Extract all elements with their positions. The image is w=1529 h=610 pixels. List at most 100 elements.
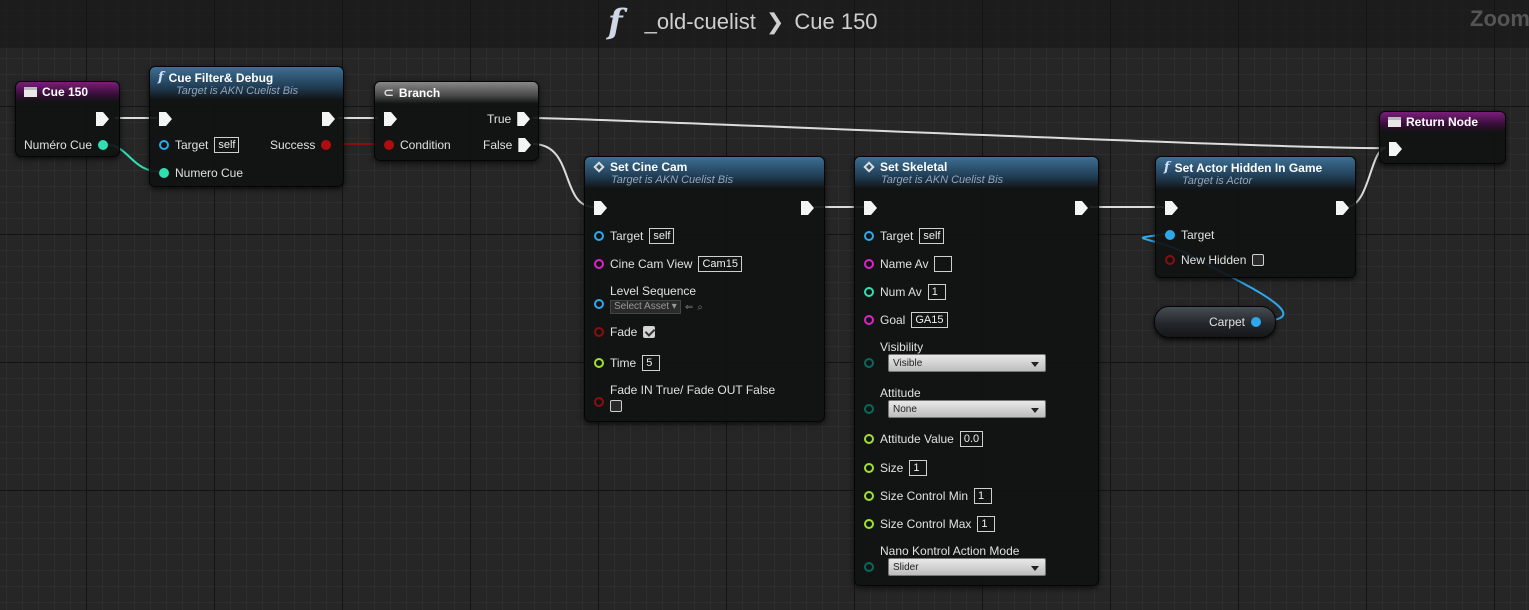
node-title: Cue Filter& Debug: [168, 70, 274, 85]
diamond-icon: [863, 161, 875, 173]
nano-kontrol-dropdown[interactable]: Slider: [888, 558, 1046, 576]
target-value[interactable]: self: [919, 228, 945, 244]
size-control-min-value[interactable]: 1: [974, 488, 993, 504]
int-pin-numero-cue[interactable]: [98, 140, 109, 150]
cine-cam-view-value[interactable]: Cam15: [698, 256, 742, 272]
object-pin-target[interactable]: [1165, 230, 1175, 240]
exec-out-pin[interactable]: [322, 112, 335, 126]
float-pin-time[interactable]: [594, 358, 604, 368]
node-return[interactable]: Return Node: [1379, 111, 1506, 164]
variable-getter-carpet[interactable]: Carpet: [1154, 306, 1276, 338]
string-pin-goal[interactable]: [864, 315, 874, 325]
float-pin-size-control-max[interactable]: [864, 519, 874, 529]
exec-out-false-pin[interactable]: [518, 138, 532, 152]
node-title: Return Node: [1406, 115, 1478, 129]
pin-label-target: Target: [610, 229, 644, 243]
time-value[interactable]: 5: [642, 355, 661, 371]
pin-label-target: Target: [175, 138, 209, 152]
num-av-value[interactable]: 1: [927, 284, 946, 300]
bool-pin-fade[interactable]: [594, 327, 604, 337]
node-header: Cue 150: [16, 82, 119, 102]
attitude-value-value[interactable]: 0.0: [959, 431, 984, 447]
pin-label-success: Success: [270, 138, 316, 152]
pin-label-true: True: [487, 112, 512, 126]
pin-label-size-control-min: Size Control Min: [880, 489, 969, 503]
exec-in-pin[interactable]: [1165, 201, 1178, 215]
browse-search-icon[interactable]: ⌕: [697, 302, 703, 313]
attitude-dropdown[interactable]: None: [888, 400, 1046, 418]
node-set-skeletal[interactable]: Set Skeletal Target is AKN Cuelist Bis T…: [854, 156, 1099, 586]
pin-label-fade: Fade: [610, 325, 638, 339]
pin-label-time: Time: [610, 356, 637, 370]
target-value[interactable]: self: [214, 137, 240, 153]
node-subtitle: Target is AKN Cuelist Bis: [611, 174, 734, 186]
node-header: f Set Actor Hidden In Game Target is Acto…: [1156, 157, 1355, 190]
node-title: Set Cine Cam: [610, 160, 688, 174]
object-pin-target[interactable]: [159, 140, 169, 150]
asset-picker[interactable]: Select Asset ▾: [610, 300, 681, 314]
fade-checkbox[interactable]: [643, 326, 656, 338]
bool-pin-condition[interactable]: [384, 140, 394, 150]
exec-in-pin[interactable]: [384, 112, 397, 126]
exec-out-true-pin[interactable]: [517, 112, 531, 126]
exec-in-pin[interactable]: [594, 201, 607, 215]
size-control-max-value[interactable]: 1: [977, 516, 996, 532]
node-title: Branch: [398, 86, 441, 100]
target-value[interactable]: self: [649, 228, 675, 244]
object-pin-level-sequence[interactable]: [594, 299, 604, 309]
byte-pin-visibility[interactable]: [864, 358, 874, 368]
node-header: Set Skeletal Target is AKN Cuelist Bis: [855, 157, 1098, 189]
pin-label-name-av: Name Av: [880, 257, 929, 271]
exec-out-pin[interactable]: [1336, 201, 1349, 215]
exec-in-pin[interactable]: [1389, 142, 1402, 156]
node-subtitle: Target is AKN Cuelist Bis: [176, 85, 299, 97]
node-cue-150[interactable]: Cue 150 Numéro Cue: [15, 81, 120, 157]
node-branch[interactable]: ⊂ Branch True Condition False: [374, 81, 539, 161]
exec-out-pin[interactable]: [1075, 201, 1088, 215]
pin-label-cine-cam-view: Cine Cam View: [610, 257, 693, 271]
float-pin-size-control-min[interactable]: [864, 491, 874, 501]
goal-value[interactable]: GA15: [911, 312, 948, 328]
exec-wire-true-to-return: [532, 117, 1387, 150]
node-set-actor-hidden-in-game[interactable]: f Set Actor Hidden In Game Target is Acto…: [1155, 156, 1356, 278]
object-pin-target[interactable]: [864, 231, 874, 241]
float-pin-size[interactable]: [864, 463, 874, 473]
exec-in-pin[interactable]: [864, 201, 877, 215]
pin-label-size: Size: [880, 461, 904, 475]
size-value[interactable]: 1: [909, 460, 928, 476]
node-set-cine-cam[interactable]: Set Cine Cam Target is AKN Cuelist Bis T…: [584, 156, 825, 422]
fade-in-checkbox[interactable]: [610, 400, 622, 412]
node-title: Set Skeletal: [880, 160, 948, 174]
node-header: Return Node: [1380, 112, 1505, 132]
bool-pin-success[interactable]: [321, 140, 332, 150]
exec-out-pin[interactable]: [96, 112, 109, 126]
float-pin-attitude-value[interactable]: [864, 434, 874, 444]
object-pin-target[interactable]: [594, 231, 604, 241]
node-header: Set Cine Cam Target is AKN Cuelist Bis: [585, 157, 824, 189]
pin-label-nano-kontrol: Nano Kontrol Action Mode: [880, 544, 1020, 558]
int-pin-num-av[interactable]: [864, 287, 874, 297]
branch-icon: ⊂: [383, 85, 394, 100]
exec-out-pin[interactable]: [801, 201, 814, 215]
node-title: Set Actor Hidden In Game: [1174, 160, 1323, 175]
pin-label-size-control-max: Size Control Max: [880, 517, 972, 531]
visibility-dropdown[interactable]: Visible: [888, 354, 1046, 372]
node-subtitle: Target is Actor: [1182, 175, 1253, 187]
byte-pin-nano-kontrol[interactable]: [864, 562, 874, 572]
string-pin-cine-cam-view[interactable]: [594, 259, 604, 269]
exec-in-pin[interactable]: [159, 112, 172, 126]
new-hidden-checkbox[interactable]: [1252, 254, 1265, 266]
asset-picker-label: Select Asset: [614, 301, 670, 312]
object-pin-carpet[interactable]: [1251, 317, 1262, 327]
node-subtitle: Target is AKN Cuelist Bis: [881, 174, 1004, 186]
bool-pin-new-hidden[interactable]: [1165, 255, 1175, 265]
use-asset-arrow-icon[interactable]: ⇐: [685, 302, 693, 313]
string-pin-name-av[interactable]: [864, 259, 874, 269]
pin-label-level-sequence: Level Sequence: [610, 284, 697, 298]
node-cue-filter-debug[interactable]: f Cue Filter& Debug Target is AKN Cuelist…: [149, 66, 344, 187]
bool-pin-fade-in[interactable]: [594, 396, 604, 407]
int-pin-numero-cue[interactable]: [159, 168, 169, 178]
byte-pin-attitude[interactable]: [864, 404, 874, 414]
name-av-value[interactable]: [934, 256, 953, 272]
node-header: ⊂ Branch: [375, 82, 538, 104]
